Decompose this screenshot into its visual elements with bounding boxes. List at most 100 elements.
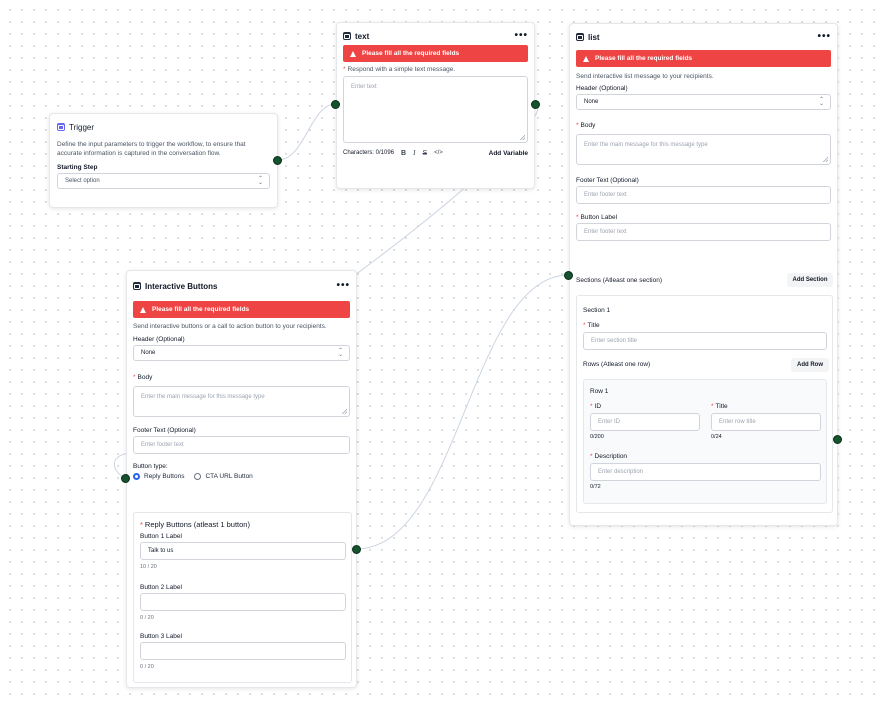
chevron-updown-icon: ⌃ ⌄ xyxy=(818,97,824,107)
reply-buttons-option[interactable]: Reply Buttons xyxy=(144,473,184,480)
more-options-icon[interactable]: ••• xyxy=(336,281,350,291)
list-button-label-input[interactable]: Enter footer text xyxy=(576,223,831,241)
button3-input[interactable] xyxy=(140,642,346,660)
interactive-buttons-node[interactable]: Interactive Buttons ••• Please fill all … xyxy=(126,270,357,688)
cta-url-option[interactable]: CTA URL Button xyxy=(205,473,252,480)
rows-label: Rows (Atleast one row) xyxy=(583,361,651,368)
button2-label: Button 2 Label xyxy=(140,584,182,591)
text-node-alert: Please fill all the required fields xyxy=(343,45,528,62)
row-description-label: * Description xyxy=(590,453,628,460)
section-title: Section 1 xyxy=(583,307,611,314)
code-icon[interactable]: </> xyxy=(434,150,443,156)
buttons-node-title: Interactive Buttons xyxy=(145,281,218,291)
buttons-header-label: Header (Optional) xyxy=(133,336,185,343)
list-header-select[interactable]: None ⌃ ⌄ xyxy=(576,94,831,110)
list-footer-placeholder: Enter footer text xyxy=(584,192,627,198)
reply-buttons-radio[interactable] xyxy=(133,473,140,480)
row-card: Row 1 * ID Enter ID 0/200 * Title Enter ro… xyxy=(583,379,827,504)
button2-count: 0 / 20 xyxy=(140,615,154,621)
trigger-title: Trigger xyxy=(69,122,95,132)
buttons-header-select[interactable]: None ⌃ ⌄ xyxy=(133,345,350,361)
row-description-placeholder: Enter description xyxy=(598,469,644,475)
buttons-node-icon xyxy=(133,282,141,290)
trigger-icon xyxy=(57,123,65,131)
text-message-input[interactable]: Enter text xyxy=(343,76,528,143)
trigger-node[interactable]: Trigger Define the input parameters to t… xyxy=(49,113,278,208)
row-id-input[interactable]: Enter ID xyxy=(590,413,700,431)
warning-icon xyxy=(350,50,356,57)
list-button-label-label: * Button Label xyxy=(576,214,618,221)
trigger-description: Define the input parameters to trigger t… xyxy=(57,141,246,157)
buttons-node-alert: Please fill all the required fields xyxy=(133,301,350,318)
button2-input[interactable] xyxy=(140,593,346,611)
resize-grip-icon[interactable] xyxy=(342,409,347,414)
list-footer-label: Footer Text (Optional) xyxy=(576,177,639,184)
cta-url-radio[interactable] xyxy=(194,473,202,480)
button1-count: 10 / 20 xyxy=(140,564,157,570)
list-body-placeholder: Enter the main message for this message … xyxy=(584,142,708,148)
sections-label: Sections (Atleast one section) xyxy=(576,277,662,284)
button-type-label: Button type: xyxy=(133,463,168,470)
add-variable-button[interactable]: Add Variable xyxy=(489,150,528,157)
starting-step-label: Starting Step xyxy=(57,164,98,171)
add-section-button[interactable]: Add Section xyxy=(787,273,833,287)
strikethrough-icon[interactable]: S xyxy=(422,150,427,157)
character-count: Characters: 0/1096 xyxy=(343,150,395,156)
button3-label: Button 3 Label xyxy=(140,633,182,640)
more-options-icon[interactable]: ••• xyxy=(514,31,528,41)
button1-input[interactable]: Talk to us xyxy=(140,542,346,560)
list-button-label-placeholder: Enter footer text xyxy=(584,229,627,235)
section-title-label: * Title xyxy=(583,322,600,329)
edge-trigger-to-text xyxy=(277,103,337,161)
section-title-placeholder: Enter section title xyxy=(591,338,638,344)
buttons-footer-label: Footer Text (Optional) xyxy=(133,427,196,434)
row-title-count: 0/24 xyxy=(711,434,722,440)
row-title-input[interactable]: Enter row title xyxy=(711,413,821,431)
list-body-input[interactable]: Enter the main message for this message … xyxy=(576,134,831,165)
alert-text: Please fill all the required fields xyxy=(595,55,693,62)
text-input-placeholder: Enter text xyxy=(351,84,377,90)
list-sections-handle[interactable] xyxy=(564,271,573,280)
button1-value: Talk to us xyxy=(148,548,174,554)
list-footer-input[interactable]: Enter footer text xyxy=(576,186,831,204)
resize-grip-icon[interactable] xyxy=(520,135,525,140)
text-node-prompt: * Respond with a simple text message. xyxy=(343,66,456,73)
chevron-updown-icon: ⌃ ⌄ xyxy=(257,176,263,186)
text-output-handle[interactable] xyxy=(531,100,540,109)
alert-text: Please fill all the required fields xyxy=(362,50,460,57)
list-node-icon xyxy=(576,33,584,41)
buttons-body-placeholder: Enter the main message for this message … xyxy=(141,394,265,400)
buttons-footer-input[interactable]: Enter footer text xyxy=(133,436,350,454)
list-header-value: None xyxy=(584,99,599,105)
list-node-description: Send interactive list message to your re… xyxy=(576,73,714,80)
starting-step-value: Select option xyxy=(65,178,100,184)
more-options-icon[interactable]: ••• xyxy=(817,32,831,42)
list-node[interactable]: list ••• Please fill all the required fi… xyxy=(569,23,838,526)
italic-icon[interactable]: I xyxy=(413,149,415,157)
edge-buttons-to-list xyxy=(355,274,570,550)
row-description-count: 0/72 xyxy=(590,484,601,490)
list-node-alert: Please fill all the required fields xyxy=(576,50,831,67)
row-id-placeholder: Enter ID xyxy=(598,419,621,425)
trigger-output-handle[interactable] xyxy=(273,156,282,165)
list-body-label: * Body xyxy=(576,122,596,129)
list-header-label: Header (Optional) xyxy=(576,85,628,92)
buttons-footer-placeholder: Enter footer text xyxy=(141,442,184,448)
warning-icon xyxy=(140,306,146,313)
list-row-output-handle[interactable] xyxy=(833,435,842,444)
buttons-node-description: Send interactive buttons or a call to ac… xyxy=(133,323,327,330)
add-row-button[interactable]: Add Row xyxy=(791,358,829,372)
text-input-handle[interactable] xyxy=(331,100,340,109)
section-title-input[interactable]: Enter section title xyxy=(583,332,827,350)
reply-buttons-heading: * Reply Buttons (atleast 1 button) xyxy=(140,520,250,529)
resize-grip-icon[interactable] xyxy=(823,157,828,162)
buttons-header-value: None xyxy=(141,350,156,356)
row-id-label: * ID xyxy=(590,403,602,410)
row-description-input[interactable]: Enter description xyxy=(590,463,821,481)
starting-step-select[interactable]: Select option ⌃ ⌄ xyxy=(57,173,270,189)
bold-icon[interactable]: B xyxy=(401,150,406,157)
button1-output-handle[interactable] xyxy=(352,545,361,554)
text-node[interactable]: text ••• Please fill all the required fi… xyxy=(336,22,535,189)
buttons-footer-handle[interactable] xyxy=(121,474,130,483)
buttons-body-input[interactable]: Enter the main message for this message … xyxy=(133,386,350,417)
